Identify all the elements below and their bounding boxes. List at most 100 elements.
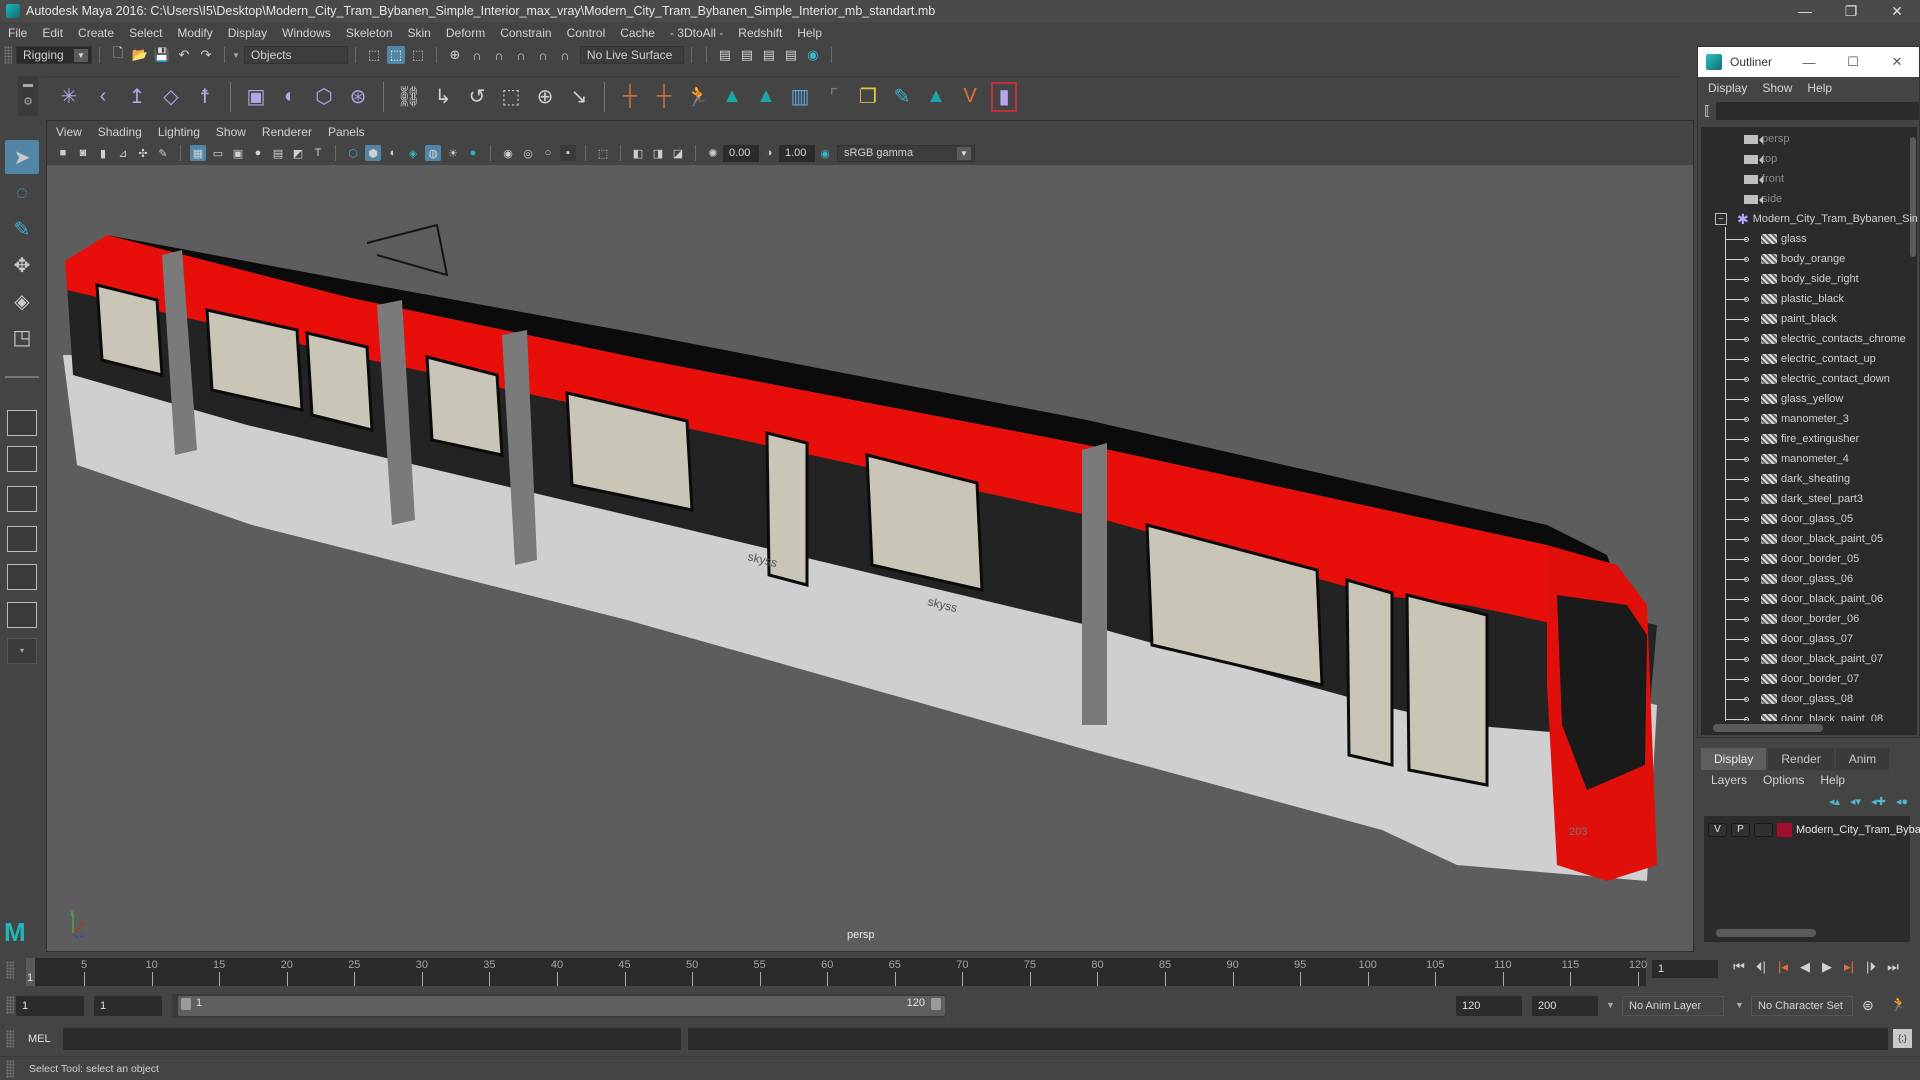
menu-windows[interactable]: Windows — [282, 26, 331, 40]
outliner-mesh-item[interactable]: door_border_06 — [1761, 609, 1859, 629]
smooth-shade-icon[interactable]: ⬢ — [365, 145, 381, 161]
grid-icon[interactable]: ▦ — [190, 145, 206, 161]
pole-vector-constraint-icon[interactable]: ↘ — [566, 82, 592, 112]
toolbar-grip[interactable] — [6, 961, 14, 979]
outliner-mesh-item[interactable]: manometer_3 — [1761, 409, 1849, 429]
isolate-select-icon[interactable]: ⬚ — [595, 145, 611, 161]
locator-icon[interactable]: ┼ — [617, 82, 643, 112]
bind-skin-icon[interactable]: ▣ — [243, 82, 269, 112]
outliner-mesh-item[interactable]: door_glass_08 — [1761, 689, 1853, 709]
film-gate-icon[interactable]: ▭ — [210, 145, 226, 161]
outliner-mesh-item[interactable]: glass — [1761, 229, 1807, 249]
scale-tool-icon[interactable]: ◳ — [5, 320, 39, 354]
snap-projected-center-icon[interactable]: ∩ — [512, 46, 530, 64]
playback-start-field[interactable]: 1 — [94, 996, 162, 1016]
animation-start-field[interactable]: 1 — [16, 996, 84, 1016]
camera-attributes-icon[interactable]: ◙ — [75, 145, 91, 161]
gate-mask-icon[interactable]: ● — [250, 145, 266, 161]
play-forwards-icon[interactable]: ▶ — [1816, 959, 1838, 975]
filter-icon[interactable]: ⟦ — [1704, 103, 1710, 119]
move-tool-icon[interactable]: ✥ — [5, 248, 39, 282]
shelf-menu-icon[interactable] — [23, 84, 33, 87]
outliner-camera-item[interactable]: front — [1744, 169, 1784, 189]
select-tool-icon[interactable]: ➤ — [5, 140, 39, 174]
move-layer-up-icon[interactable]: ◂▴ — [1829, 795, 1840, 808]
gamma-field[interactable]: 1.00 — [779, 144, 815, 162]
motion-blur-icon[interactable]: ◎ — [520, 145, 536, 161]
select-by-hierarchy-icon[interactable]: ⬚ — [365, 46, 383, 64]
range-end-handle[interactable] — [931, 998, 941, 1010]
outliner-mesh-item[interactable]: glass_yellow — [1761, 389, 1843, 409]
go-to-start-icon[interactable]: ⏮ — [1728, 959, 1750, 975]
outliner-mesh-item[interactable]: door_glass_05 — [1761, 509, 1853, 529]
play-backwards-icon[interactable]: ◀ — [1794, 959, 1816, 975]
outliner-mesh-item[interactable]: door_black_paint_06 — [1761, 589, 1883, 609]
image-plane-icon[interactable]: ⊿ — [115, 145, 131, 161]
selection-mask-dropdown[interactable]: Objects — [243, 46, 348, 64]
save-scene-icon[interactable]: 💾 — [153, 46, 171, 64]
resolution-gate-icon[interactable]: ▣ — [230, 145, 246, 161]
four-view-layout-button[interactable] — [7, 446, 37, 472]
shelf-tab-strip[interactable]: ⚙ — [18, 76, 38, 116]
outliner-mesh-item[interactable]: plastic_black — [1761, 289, 1844, 309]
exposure-field[interactable]: 0.00 — [723, 144, 759, 162]
layer-display-type-toggle[interactable] — [1754, 823, 1773, 837]
menu-display[interactable]: Display — [228, 26, 267, 40]
chevron-down-icon[interactable]: ▼ — [1606, 1000, 1615, 1010]
animation-preferences-icon[interactable]: 🏃 — [1890, 996, 1907, 1013]
menu-cache[interactable]: Cache — [620, 26, 655, 40]
paint-select-tool-icon[interactable]: ✎ — [5, 212, 39, 246]
outliner-horizontal-scrollbar[interactable] — [1701, 721, 1917, 735]
anti-aliasing-icon[interactable]: ○ — [540, 145, 556, 161]
collapse-icon[interactable]: − — [1715, 213, 1727, 225]
outliner-close-button[interactable]: ✕ — [1875, 54, 1919, 70]
outliner-mesh-item[interactable]: fire_extingusher — [1761, 429, 1859, 449]
snap-point-icon[interactable]: ∩ — [490, 46, 508, 64]
close-button[interactable]: ✕ — [1874, 0, 1920, 22]
select-by-component-icon[interactable]: ⬚ — [409, 46, 427, 64]
menu-deform[interactable]: Deform — [446, 26, 485, 40]
panel-menu-panels[interactable]: Panels — [328, 125, 365, 139]
menu-help[interactable]: Help — [797, 26, 822, 40]
scale-constraint-icon[interactable]: ⬚ — [498, 82, 524, 112]
grease-pencil-icon[interactable]: ✎ — [155, 145, 171, 161]
playback-end-field[interactable]: 120 — [1456, 996, 1522, 1016]
xray-joints-icon[interactable]: ◧ — [630, 145, 646, 161]
make-live-icon[interactable]: ∩ — [556, 46, 574, 64]
panel-menu-shading[interactable]: Shading — [98, 125, 142, 139]
script-editor-icon[interactable]: {;} — [1893, 1029, 1912, 1048]
menuset-dropdown[interactable]: Rigging ▼ — [16, 46, 92, 64]
constraint-locator-icon[interactable]: ┼ — [651, 82, 677, 112]
outliner-camera-item[interactable]: side — [1744, 189, 1782, 209]
wireframe-icon[interactable]: ⬡ — [345, 145, 361, 161]
color-management-toggle-icon[interactable]: ◉ — [817, 145, 833, 161]
snap-curve-icon[interactable]: ∩ — [468, 46, 486, 64]
perspective-viewport[interactable]: skyss skyss 203 y x z persp — [47, 165, 1693, 951]
maya-tool-icon-2[interactable]: ▲ — [753, 82, 779, 112]
outliner-mesh-item[interactable]: dark_steel_part3 — [1761, 489, 1863, 509]
bookmark-icon[interactable]: ▮ — [95, 145, 111, 161]
toolbar-grip[interactable] — [4, 46, 12, 64]
tab-display[interactable]: Display — [1701, 748, 1767, 770]
character-set-dropdown[interactable]: No Character Set — [1751, 996, 1853, 1016]
outliner-mesh-item[interactable]: door_black_paint_08 — [1761, 709, 1883, 721]
new-scene-icon[interactable]: 🗋 — [109, 45, 127, 64]
ipr-render-icon[interactable]: ▤ — [760, 46, 778, 64]
step-forward-key-icon[interactable]: ▸| — [1838, 959, 1860, 975]
new-layer-icon[interactable]: ◂✚ — [1871, 795, 1886, 808]
depth-of-field-icon[interactable]: ▪ — [560, 145, 576, 161]
restore-button[interactable]: ❐ — [1828, 0, 1874, 22]
outliner-search-input[interactable] — [1716, 102, 1919, 120]
outliner-mesh-item[interactable]: door_border_05 — [1761, 549, 1859, 569]
2d-pan-zoom-icon[interactable]: ✣ — [135, 145, 151, 161]
range-slider[interactable]: 1 120 — [172, 994, 945, 1018]
anim-layer-dropdown[interactable]: No Anim Layer — [1622, 996, 1724, 1016]
open-scene-icon[interactable]: 📂 — [131, 46, 149, 64]
single-perspective-layout-button[interactable] — [7, 410, 37, 436]
wireframe-on-shaded-icon[interactable]: ◐ — [385, 145, 401, 161]
new-layer-from-selected-icon[interactable]: ◂● — [1896, 795, 1908, 808]
create-joints-icon[interactable]: ✳ — [56, 82, 82, 112]
menu-skeleton[interactable]: Skeleton — [346, 26, 393, 40]
tab-anim[interactable]: Anim — [1835, 748, 1890, 770]
outliner-mesh-item[interactable]: manometer_4 — [1761, 449, 1849, 469]
